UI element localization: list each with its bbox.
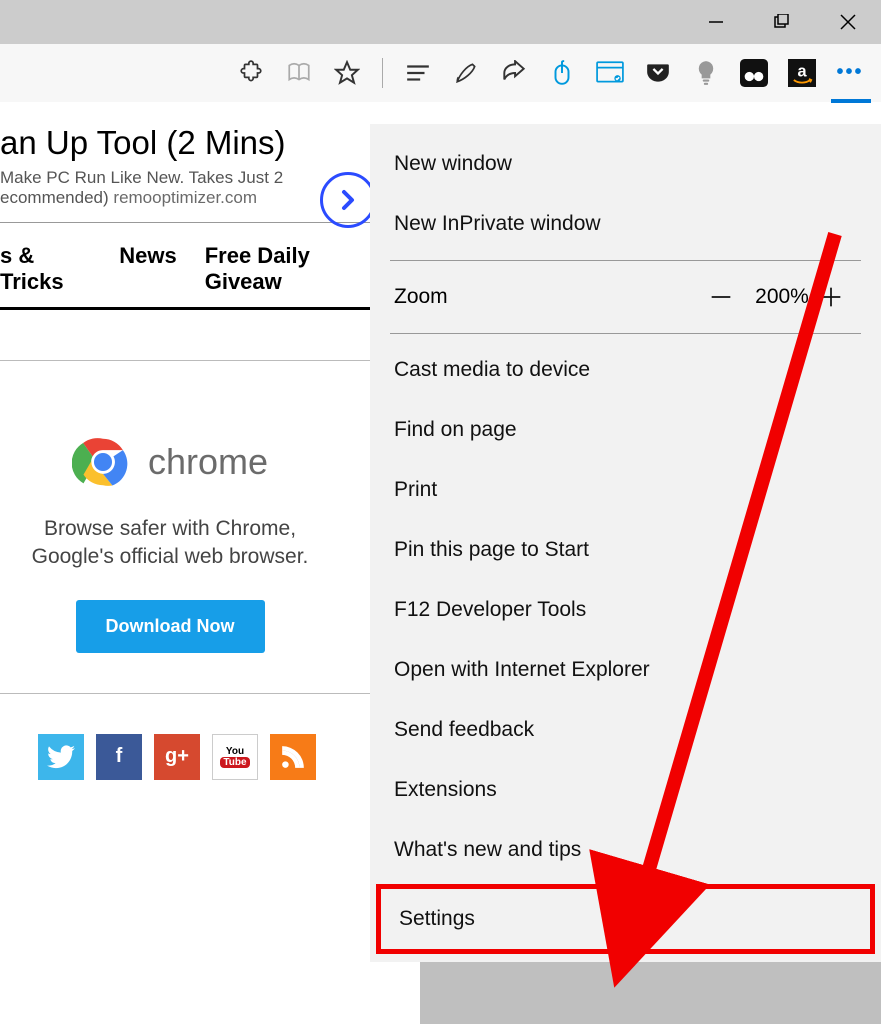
- notes-extension-icon[interactable]: [593, 56, 627, 90]
- category-tabs: s & Tricks News Free Daily Giveaw: [0, 223, 370, 310]
- chrome-tagline: Browse safer with Chrome, Google's offic…: [0, 515, 340, 572]
- reading-view-icon[interactable]: [282, 56, 316, 90]
- menu-whats-new[interactable]: What's new and tips: [370, 820, 881, 880]
- web-note-pen-icon[interactable]: [449, 56, 483, 90]
- share-icon[interactable]: [497, 56, 531, 90]
- facebook-icon[interactable]: f: [96, 734, 142, 780]
- chrome-logo-icon: [72, 431, 134, 493]
- menu-devtools[interactable]: F12 Developer Tools: [370, 580, 881, 640]
- tab-news[interactable]: News: [119, 243, 176, 295]
- twitter-icon[interactable]: [38, 734, 84, 780]
- extension-black-dots-icon[interactable]: [737, 56, 771, 90]
- menu-pin[interactable]: Pin this page to Start: [370, 520, 881, 580]
- menu-new-inprivate[interactable]: New InPrivate window: [370, 194, 881, 254]
- window-maximize-button[interactable]: [749, 0, 815, 44]
- divider: [0, 693, 370, 694]
- lightbulb-icon[interactable]: [689, 56, 723, 90]
- menu-zoom-row: Zoom 200%: [370, 267, 881, 327]
- menu-find[interactable]: Find on page: [370, 400, 881, 460]
- zoom-out-button[interactable]: [707, 283, 747, 311]
- window-minimize-button[interactable]: [683, 0, 749, 44]
- menu-extensions[interactable]: Extensions: [370, 760, 881, 820]
- chrome-name: chrome: [148, 441, 268, 483]
- window-close-button[interactable]: [815, 0, 881, 44]
- menu-feedback[interactable]: Send feedback: [370, 700, 881, 760]
- rss-icon[interactable]: [270, 734, 316, 780]
- svg-text:a: a: [797, 62, 807, 80]
- divider: [0, 360, 370, 361]
- footer-gray-band: [420, 960, 881, 1024]
- more-dots: •••: [836, 61, 863, 84]
- page-content: an Up Tool (2 Mins) Make PC Run Like New…: [0, 124, 881, 1024]
- menu-divider: [390, 333, 861, 334]
- youtube-icon[interactable]: You Tube: [212, 734, 258, 780]
- zoom-label: Zoom: [394, 285, 707, 309]
- download-now-button[interactable]: Download Now: [76, 600, 265, 653]
- menu-print[interactable]: Print: [370, 460, 881, 520]
- menu-divider: [390, 260, 861, 261]
- pocket-icon[interactable]: [641, 56, 675, 90]
- mouse-extension-icon[interactable]: [545, 56, 579, 90]
- hub-icon[interactable]: [401, 56, 435, 90]
- amazon-extension-icon[interactable]: a: [785, 56, 819, 90]
- extension-puzzle-icon[interactable]: [234, 56, 268, 90]
- tab-tricks[interactable]: s & Tricks: [0, 243, 91, 295]
- menu-new-window[interactable]: New window: [370, 134, 881, 194]
- favorites-star-icon[interactable]: [330, 56, 364, 90]
- chrome-promo: chrome Browse safer with Chrome, Google'…: [0, 431, 340, 653]
- window-titlebar: [0, 0, 881, 44]
- toolbar-divider: [382, 58, 383, 88]
- menu-settings[interactable]: Settings: [376, 884, 875, 954]
- browser-toolbar: a •••: [0, 44, 881, 102]
- zoom-value: 200%: [747, 285, 817, 309]
- google-plus-icon[interactable]: g+: [154, 734, 200, 780]
- ad-next-arrow-icon[interactable]: [320, 172, 376, 228]
- more-menu-button[interactable]: •••: [833, 56, 867, 90]
- zoom-in-button[interactable]: [817, 283, 857, 311]
- menu-open-ie[interactable]: Open with Internet Explorer: [370, 640, 881, 700]
- settings-menu: New window New InPrivate window Zoom 200…: [370, 124, 881, 962]
- tab-giveaway[interactable]: Free Daily Giveaw: [205, 243, 370, 295]
- menu-cast[interactable]: Cast media to device: [370, 340, 881, 400]
